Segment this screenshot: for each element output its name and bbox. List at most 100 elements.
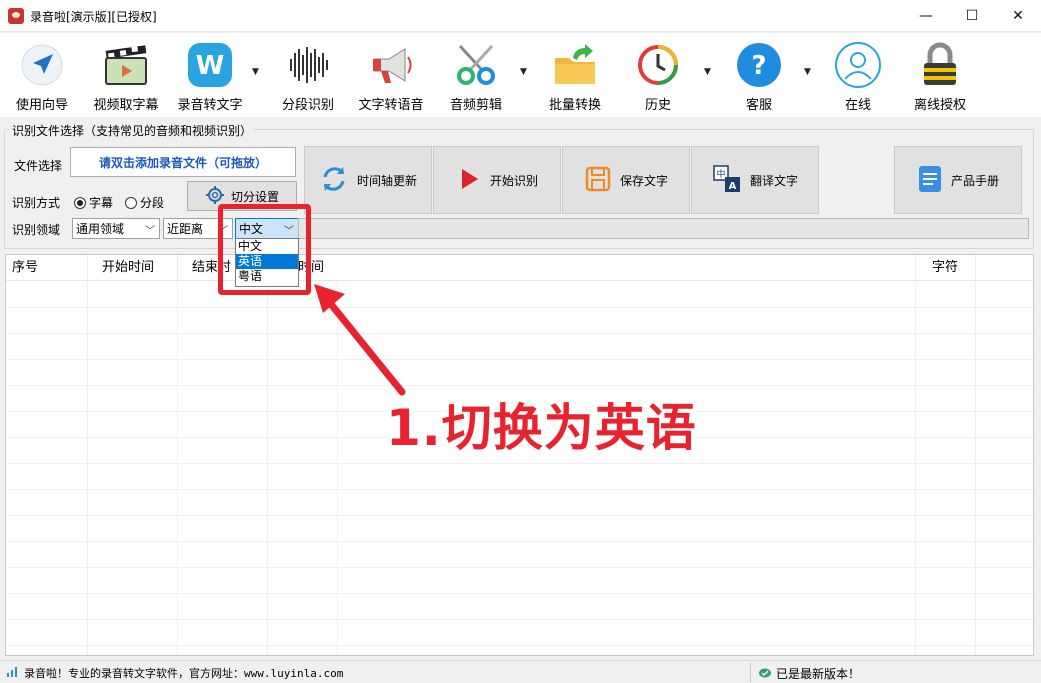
toolbar-item-label: 客服: [745, 98, 772, 113]
help-question-icon: ?: [735, 41, 783, 89]
toolbar-item-segment-recognition[interactable]: 分段识别: [272, 37, 344, 113]
toolbar-item-text-to-speech[interactable]: 文字转语音: [352, 37, 430, 113]
grid-line: [337, 281, 338, 655]
grid-line: [975, 281, 976, 655]
distance-select-value: 近距离: [167, 222, 204, 236]
start-recognition-label: 开始识别: [489, 173, 538, 188]
history-clock-icon: [634, 41, 682, 89]
grid-line: [87, 281, 88, 655]
annotation-text: 1.切换为英语: [386, 399, 697, 457]
window-title: 录音啦[演示版][已授权]: [30, 10, 157, 24]
toolbar-item-label: 分段识别: [281, 98, 334, 113]
lock-icon: [916, 41, 964, 89]
maximize-button[interactable]: ☐: [949, 0, 995, 32]
toolbar-dropdown-support[interactable]: ▼: [802, 37, 814, 113]
grid-line: [6, 645, 1033, 646]
toolbar-item-online[interactable]: 在线: [826, 37, 890, 113]
group-title: 识别文件选择（支持常见的音频和视频识别）: [10, 122, 255, 139]
mode-radio-label: 分段: [140, 196, 165, 210]
svg-text:中: 中: [716, 168, 725, 180]
product-manual-button[interactable]: 产品手册: [894, 146, 1022, 214]
toolbar-dropdown-audio-edit[interactable]: ▼: [518, 37, 530, 113]
grid-line: [6, 489, 1033, 490]
column-header-index[interactable]: 序号: [6, 255, 88, 281]
split-settings-label: 切分设置: [230, 189, 279, 204]
column-header-characters[interactable]: 字符: [916, 255, 976, 281]
translate-text-label: 翻译文字: [749, 173, 798, 188]
svg-text:A: A: [729, 181, 737, 192]
column-header-duration[interactable]: 时间: [268, 255, 916, 281]
toolbar-dropdown-history[interactable]: ▼: [702, 37, 714, 113]
save-text-button[interactable]: 保存文字: [562, 146, 690, 214]
refresh-icon: [319, 164, 349, 197]
toolbar-item-video-subtitle[interactable]: 视频取字幕: [86, 37, 166, 113]
toolbar-item-label: 历史: [644, 98, 671, 113]
timeline-update-label: 时间轴更新: [356, 173, 417, 188]
toolbar-item-label: 在线: [844, 98, 871, 113]
toolbar-item-offline-license[interactable]: 离线授权: [904, 37, 976, 113]
recognition-domain-label: 识别领域: [12, 223, 61, 237]
chevron-down-icon: ﹀: [145, 226, 155, 237]
svg-text:?: ?: [751, 51, 766, 81]
navigation-arrow-icon: [18, 41, 66, 89]
toolbar-item-audio-to-text[interactable]: W 录音转文字: [172, 37, 248, 113]
mode-radio-label: 字幕: [89, 196, 114, 210]
status-bar: 录音啦！专业的录音转文字软件，官方网址：www.luyinla.com 已是最新…: [0, 660, 1041, 683]
play-icon: [456, 166, 482, 195]
toolbar-item-label: 文字转语音: [358, 98, 424, 113]
minimize-button[interactable]: —: [903, 0, 949, 32]
add-file-button[interactable]: 请双击添加录音文件（可拖放）: [70, 147, 296, 177]
recognition-mode-label: 识别方式: [12, 196, 61, 210]
toolbar-item-batch-convert[interactable]: 批量转换: [540, 37, 610, 113]
grid-line: [6, 359, 1033, 360]
table-header: 序号 开始时间 结束时 时间 字符: [6, 255, 1033, 281]
grid-line: [267, 281, 268, 655]
status-separator: [750, 663, 751, 682]
version-status: 已是最新版本！: [776, 667, 861, 681]
grid-line: [6, 333, 1033, 334]
cloud-check-icon: [758, 666, 772, 681]
caret-down-icon: ▼: [520, 67, 527, 77]
column-header-start-time[interactable]: 开始时间: [88, 255, 178, 281]
w-app-icon: W: [186, 41, 234, 89]
timeline-update-button[interactable]: 时间轴更新: [304, 146, 432, 214]
annotation-highlight-box: [218, 204, 311, 295]
toolbar-item-support[interactable]: ? 客服: [726, 37, 792, 113]
status-left: 录音啦！专业的录音转文字软件，官方网址：www.luyinla.com: [6, 665, 343, 681]
grid-line: [177, 281, 178, 655]
toolbar-item-label: 音频剪辑: [449, 98, 502, 113]
toolbar-item-history[interactable]: 历史: [626, 37, 690, 113]
toolbar-item-audio-edit[interactable]: 音频剪辑: [440, 37, 512, 113]
status-right: 已是最新版本！: [758, 665, 860, 682]
radio-checked-icon: [74, 196, 86, 209]
folder-arrow-icon: [551, 41, 599, 89]
translate-text-button[interactable]: 中A 翻译文字: [691, 146, 819, 214]
toolbar-item-label: 使用向导: [15, 98, 68, 113]
product-manual-label: 产品手册: [950, 173, 999, 188]
start-recognition-button[interactable]: 开始识别: [433, 146, 561, 214]
video-clapper-icon: [102, 41, 150, 89]
manual-book-icon: [917, 164, 943, 197]
main-toolbar: 使用向导 视频取字幕 W 录音转文字 ▼ 分段识别 文字转语音 音频剪辑 ▼ 批…: [0, 33, 1041, 117]
svg-text:W: W: [196, 51, 225, 81]
toolbar-dropdown-audio-to-text[interactable]: ▼: [250, 37, 262, 113]
grid-line: [6, 307, 1033, 308]
grid-line: [6, 593, 1033, 594]
toolbar-item-guide[interactable]: 使用向导: [4, 37, 80, 113]
mode-radio-segment[interactable]: 分段: [125, 194, 164, 211]
file-select-label: 文件选择: [14, 159, 63, 173]
mode-radio-subtitle[interactable]: 字幕: [74, 194, 113, 211]
domain-select-value: 通用领域: [76, 222, 125, 236]
caret-down-icon: ▼: [804, 67, 811, 77]
toolbar-item-label: 录音转文字: [177, 98, 243, 113]
grid-line: [6, 541, 1033, 542]
megaphone-icon: [367, 41, 415, 89]
grid-line: [915, 281, 916, 655]
grid-line: [6, 515, 1033, 516]
bar-chart-icon: [6, 666, 18, 681]
close-button[interactable]: ✕: [995, 0, 1041, 32]
app-logo-icon: [8, 8, 24, 24]
toolbar-item-label: 批量转换: [548, 98, 601, 113]
domain-select[interactable]: 通用领域 ﹀: [72, 218, 160, 239]
toolbar-item-label: 视频取字幕: [93, 98, 159, 113]
